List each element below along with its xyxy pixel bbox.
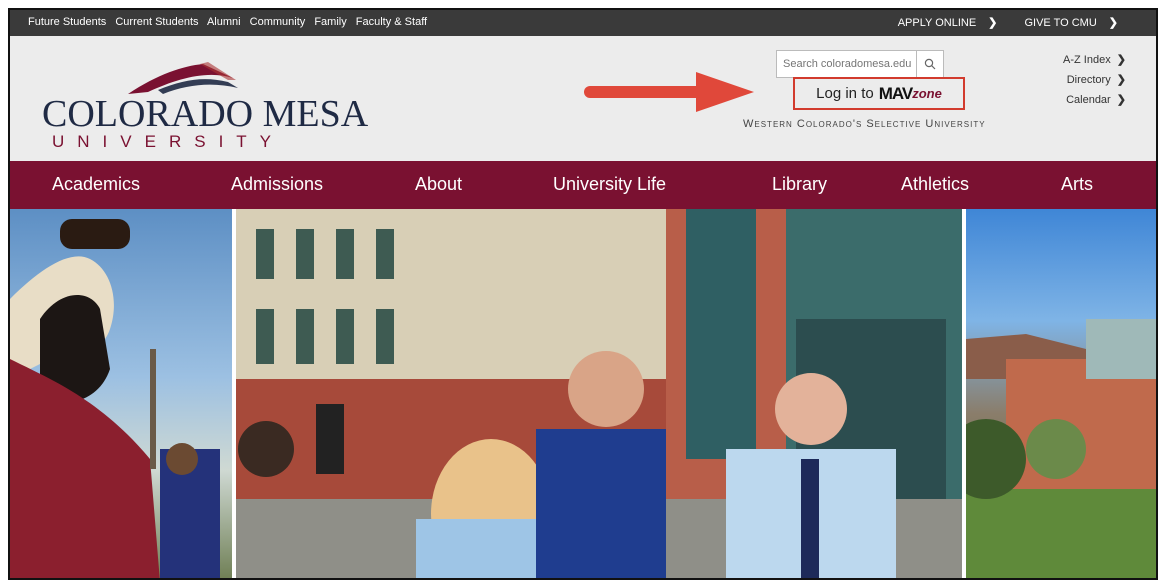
- mavzone-logo-mav: MAV: [878, 83, 914, 103]
- chevron-right-icon: ❯: [1116, 94, 1126, 106]
- calendar-link[interactable]: Calendar ❯: [1063, 90, 1126, 110]
- link-future-students[interactable]: Future Students: [28, 16, 106, 28]
- hero-photo-collage: [10, 209, 1156, 578]
- chevron-right-icon: ❯: [988, 17, 998, 29]
- site-header: COLORADO MESA UNIVERSITY Log in to MAVzo…: [10, 36, 1156, 161]
- utility-bar: Future Students Current Students Alumni …: [10, 10, 1156, 36]
- tagline: Western Colorado's Selective University: [743, 118, 986, 130]
- mascot-photo: [10, 209, 232, 578]
- red-arrow-annotation: [584, 72, 754, 112]
- audience-links: Future Students Current Students Alumni …: [28, 16, 433, 28]
- link-community[interactable]: Community: [250, 16, 306, 28]
- give-link[interactable]: GIVE TO CMU ❯: [1012, 17, 1118, 29]
- quick-links: A-Z Index ❯ Directory ❯ Calendar ❯: [1063, 50, 1126, 110]
- chevron-right-icon: ❯: [1108, 17, 1118, 29]
- az-index-label: A-Z Index: [1063, 54, 1111, 66]
- link-family[interactable]: Family: [314, 16, 346, 28]
- apply-online-label: APPLY ONLINE: [897, 17, 977, 29]
- give-label: GIVE TO CMU: [1024, 17, 1097, 29]
- search-button[interactable]: [916, 51, 943, 77]
- search-icon: [924, 58, 936, 70]
- chevron-right-icon: ❯: [1116, 74, 1126, 86]
- logo-wordmark: COLORADO MESA: [42, 93, 369, 135]
- main-nav: Academics Admissions About University Li…: [10, 161, 1156, 209]
- nav-admissions[interactable]: Admissions: [231, 174, 323, 195]
- nav-athletics[interactable]: Athletics: [901, 174, 969, 195]
- university-logo[interactable]: COLORADO MESA UNIVERSITY: [40, 60, 368, 151]
- directory-label: Directory: [1066, 74, 1111, 86]
- search-box: [776, 50, 944, 78]
- az-index-link[interactable]: A-Z Index ❯: [1063, 50, 1126, 70]
- nav-about[interactable]: About: [415, 174, 462, 195]
- link-faculty-staff[interactable]: Faculty & Staff: [356, 16, 427, 28]
- logo-subtitle: UNIVERSITY: [52, 132, 285, 151]
- action-links: APPLY ONLINE ❯ GIVE TO CMU ❯: [874, 16, 1118, 29]
- nav-library[interactable]: Library: [772, 174, 827, 195]
- mavzone-login-link[interactable]: Log in to MAV zone: [793, 77, 965, 110]
- browser-viewport: Future Students Current Students Alumni …: [8, 8, 1158, 580]
- nav-arts[interactable]: Arts: [1061, 174, 1093, 195]
- students-campus-photo: [236, 209, 962, 578]
- calendar-label: Calendar: [1066, 94, 1111, 106]
- nav-university-life[interactable]: University Life: [553, 174, 666, 195]
- search-input[interactable]: [777, 51, 927, 77]
- link-current-students[interactable]: Current Students: [115, 16, 198, 28]
- apply-online-link[interactable]: APPLY ONLINE ❯: [886, 17, 998, 29]
- campus-landscape-photo: [966, 209, 1156, 578]
- mavzone-logo-zone: zone: [912, 86, 942, 101]
- nav-academics[interactable]: Academics: [52, 174, 140, 195]
- link-alumni[interactable]: Alumni: [207, 16, 241, 28]
- directory-link[interactable]: Directory ❯: [1063, 70, 1126, 90]
- login-prefix: Log in to: [816, 85, 874, 102]
- chevron-right-icon: ❯: [1116, 54, 1126, 66]
